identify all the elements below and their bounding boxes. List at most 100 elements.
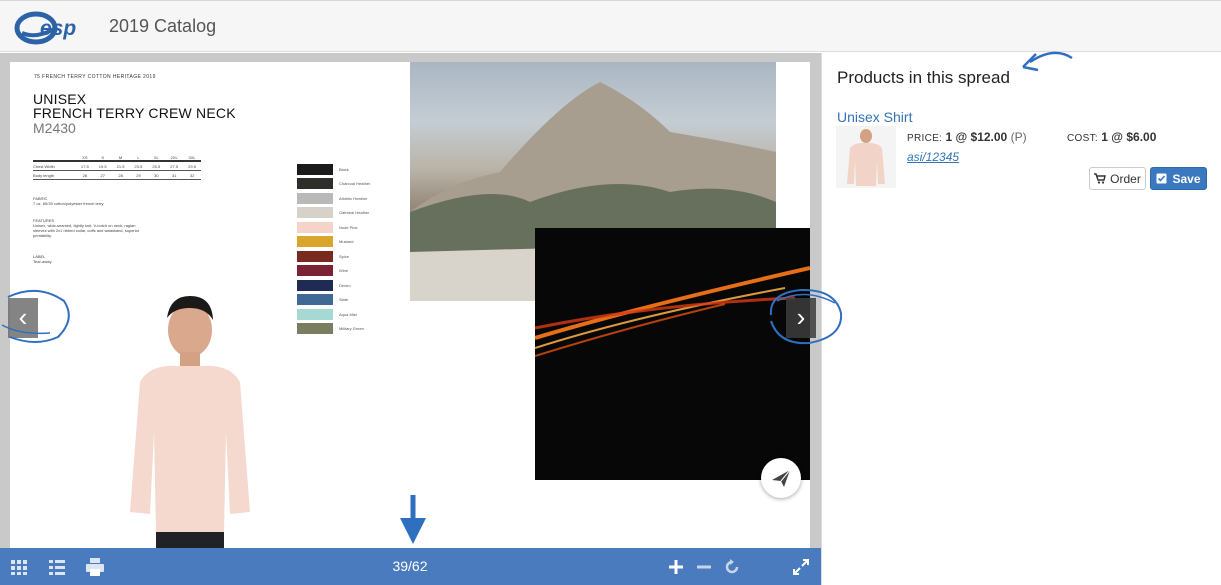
size-header-cell: XL	[153, 154, 159, 160]
reset-icon[interactable]	[722, 557, 742, 577]
swatch-label: Oatmeal Heather	[339, 210, 370, 216]
save-check-icon	[1156, 173, 1167, 184]
swatch-chip	[297, 207, 333, 219]
product-heading-line1: UNISEX	[33, 91, 87, 107]
swatch-label: Spice	[339, 253, 350, 259]
catalog-page-left: 75 FRENCH TERRY COTTON HERITAGE 2019 UNI…	[10, 62, 410, 572]
fabric-text: 7 oz, 65/35 cotton/polyester french terr…	[33, 201, 104, 206]
order-button[interactable]: Order	[1089, 167, 1146, 190]
color-swatch: Mustard	[297, 235, 370, 250]
save-button[interactable]: Save	[1150, 167, 1207, 190]
size-header-cell: L	[137, 154, 140, 160]
size-header-cell: 2XL	[170, 154, 178, 160]
size-chart-row: Chest Width 17.5 19.5 21.5 23.5 25.5 27.…	[33, 162, 201, 171]
swatch-chip	[297, 265, 333, 277]
chevron-right-icon: ›	[796, 302, 806, 332]
size-cell: 27.5	[170, 163, 179, 169]
swatch-chip	[297, 221, 333, 233]
cost-label: COST:	[1067, 133, 1098, 144]
swatch-chip	[297, 236, 333, 248]
label-spec: LABEL Tear-away.	[33, 254, 143, 264]
prev-page-button[interactable]: ‹	[8, 298, 38, 338]
price-value: 1 @ $12.00	[945, 130, 1008, 144]
size-cell: 26	[82, 172, 88, 178]
size-cell: 30	[154, 172, 159, 178]
catalog-viewer[interactable]: 75 FRENCH TERRY COTTON HERITAGE 2019 UNI…	[0, 53, 821, 585]
night-lights-photo	[535, 228, 810, 480]
zoom-out-icon[interactable]	[694, 557, 714, 577]
color-swatch: Denim	[297, 278, 370, 293]
swatch-chip	[297, 178, 333, 190]
list-icon[interactable]	[47, 557, 67, 577]
size-header-cell: 3XL	[188, 154, 196, 160]
product-heading: UNISEX FRENCH TERRY CREW NECK	[33, 92, 236, 120]
save-button-label: Save	[1172, 171, 1201, 186]
product-thumbnail[interactable]	[836, 126, 896, 188]
swatch-chip	[297, 192, 333, 204]
swatch-label: Black	[339, 166, 349, 172]
cart-icon	[1094, 173, 1107, 184]
size-header-cell: M	[118, 154, 123, 160]
swatch-chip	[297, 163, 333, 175]
size-cell: 23.5	[134, 163, 143, 169]
swatch-label: Charcoal Heather	[339, 181, 371, 187]
grid-icon[interactable]	[9, 557, 29, 577]
logo-text: esp	[40, 17, 76, 40]
swatch-label: Mustard	[339, 239, 354, 245]
catalog-title: 2019 Catalog	[109, 16, 217, 36]
order-button-label: Order	[1110, 171, 1141, 186]
page-counter: 39/62	[392, 558, 428, 574]
swatch-label: Slate	[339, 297, 349, 303]
size-cell: 32	[189, 172, 195, 178]
model-photo	[130, 296, 250, 572]
catalog-page-right	[410, 62, 810, 572]
size-cell: 19.5	[98, 163, 107, 169]
size-cell: 28	[118, 172, 123, 178]
color-swatches: Black Charcoal Heather Athletic Heather …	[297, 162, 370, 336]
zoom-in-icon[interactable]	[666, 557, 686, 577]
swatch-chip	[297, 323, 333, 335]
size-cell: 31	[171, 172, 177, 178]
color-swatch: Spice	[297, 249, 370, 264]
products-panel: Products in this spread Unisex Shirt PRI…	[821, 53, 1221, 585]
size-chart-header: XS S M L XL 2XL 3XL	[33, 154, 201, 162]
size-header-cell: S	[101, 154, 105, 160]
swatch-label: Military Green	[339, 326, 364, 332]
swatch-label: Wine	[339, 268, 349, 274]
size-cell: 25.5	[152, 163, 161, 169]
color-swatch: Aqua Mist	[297, 307, 370, 322]
top-header: esp 2019 Catalog	[0, 0, 1221, 52]
swatch-chip	[297, 308, 333, 320]
product-name-link[interactable]: Unisex Shirt	[837, 109, 912, 125]
size-cell: 29.5	[188, 163, 196, 169]
size-chart-row: Body length 26 27 28 29 30 31 32	[33, 171, 201, 180]
paper-plane-icon	[772, 469, 791, 487]
print-icon[interactable]	[85, 557, 105, 577]
color-swatch: Athletic Heather	[297, 191, 370, 206]
color-swatch: Nude Pink	[297, 220, 370, 235]
price-info: PRICE: 1 @ $12.00 (P)	[907, 130, 1027, 144]
size-header-cell: XS	[82, 154, 88, 160]
share-button[interactable]	[761, 458, 801, 498]
label-text: Tear-away.	[33, 259, 53, 264]
viewer-toolbar: 39/62	[0, 548, 821, 585]
app: esp 2019 Catalog 75 FRENCH TERRY COTTON …	[0, 0, 1221, 585]
size-cell: Chest Width	[33, 163, 55, 169]
page-header-text: 75 FRENCH TERRY COTTON HERITAGE 2019	[34, 74, 156, 80]
size-cell: Body length	[33, 172, 55, 178]
size-chart: XS S M L XL 2XL 3XL Chest Width 17.5 19.…	[33, 154, 201, 180]
asi-link[interactable]: asi/12345	[907, 150, 959, 164]
size-cell: 29	[136, 172, 141, 178]
next-page-button[interactable]: ›	[786, 298, 816, 338]
fabric-spec: FABRIC 7 oz, 65/35 cotton/polyester fren…	[33, 196, 143, 206]
swatch-chip	[297, 250, 333, 262]
esp-logo[interactable]: esp	[14, 9, 92, 45]
swatch-label: Aqua Mist	[339, 311, 357, 317]
color-swatch: Oatmeal Heather	[297, 206, 370, 221]
swatch-label: Athletic Heather	[339, 195, 368, 201]
swatch-label: Nude Pink	[339, 224, 358, 230]
swatch-chip	[297, 294, 333, 306]
product-code: M2430	[33, 120, 76, 136]
swatch-label: Denim	[339, 282, 351, 288]
fullscreen-icon[interactable]	[791, 557, 811, 577]
